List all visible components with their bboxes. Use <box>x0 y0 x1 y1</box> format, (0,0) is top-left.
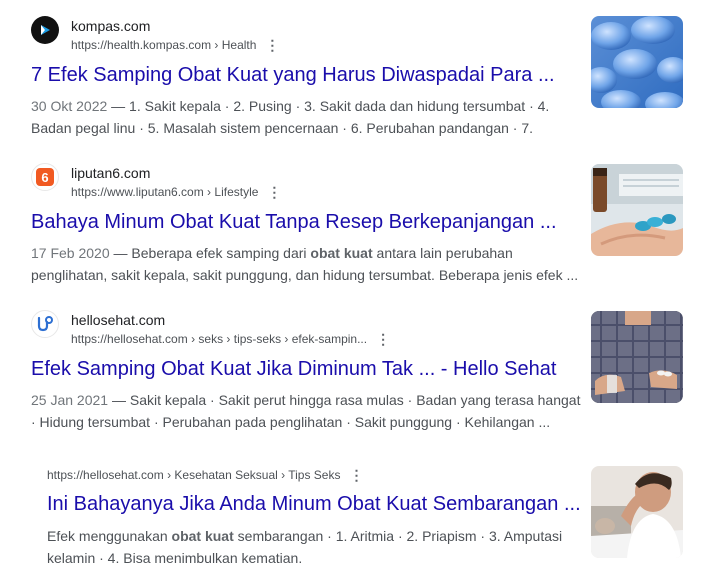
result-thumbnail-man-pills[interactable] <box>591 311 683 403</box>
result-snippet: 25 Jan 2021 — Sakit kepala · Sakit perut… <box>31 389 583 433</box>
search-result: kompas.com https://health.kompas.com › H… <box>31 16 583 139</box>
pill-in-hand-image <box>591 164 683 256</box>
site-url: https://www.liputan6.com › Lifestyle ⋮ <box>71 183 282 201</box>
svg-text:6: 6 <box>41 170 48 185</box>
url-text: https://hellosehat.com › seks › tips-sek… <box>71 332 368 346</box>
site-name: kompas.com <box>71 18 151 34</box>
result-thumbnail-worried-man[interactable] <box>591 466 683 558</box>
man-with-pills-image <box>591 311 683 403</box>
result-date: 17 Feb 2020 <box>31 245 110 261</box>
url-text: https://hellosehat.com › Kesehatan Seksu… <box>47 468 341 482</box>
result-source[interactable]: 6 liputan6.com https://www.liputan6.com … <box>31 163 583 205</box>
result-title-link[interactable]: Bahaya Minum Obat Kuat Tanpa Resep Berke… <box>31 209 583 235</box>
result-date: 30 Okt 2022 <box>31 98 108 114</box>
result-source[interactable]: kompas.com https://health.kompas.com › H… <box>31 16 583 58</box>
result-title-link[interactable]: Ini Bahayanya Jika Anda Minum Obat Kuat … <box>47 491 583 517</box>
liputan6-logo: 6 <box>36 168 54 186</box>
site-url: https://health.kompas.com › Health ⋮ <box>71 36 280 54</box>
snippet-highlight: obat kuat <box>171 528 234 544</box>
search-result: hellosehat.com https://hellosehat.com › … <box>31 310 583 433</box>
result-date: 25 Jan 2021 <box>31 392 109 408</box>
result-thumbnail-pills[interactable] <box>591 16 683 108</box>
url-text: https://health.kompas.com › Health <box>71 38 257 52</box>
snippet-text: — 1. Sakit kepala · 2. Pusing · 3. Sakit… <box>31 98 550 136</box>
search-result: 6 liputan6.com https://www.liputan6.com … <box>31 163 583 286</box>
url-text: https://www.liputan6.com › Lifestyle <box>71 185 259 199</box>
more-options-icon[interactable]: ⋮ <box>348 466 364 484</box>
site-url: https://hellosehat.com › seks › tips-sek… <box>71 330 391 348</box>
kompas-logo <box>41 25 50 35</box>
snippet-text: — Sakit kepala · Sakit perut hingga rasa… <box>31 392 581 430</box>
result-source[interactable]: https://hellosehat.com › Kesehatan Seksu… <box>47 466 583 484</box>
kompas-icon <box>31 16 59 44</box>
site-name: hellosehat.com <box>71 312 166 328</box>
blue-pills-image <box>591 16 683 108</box>
result-source[interactable]: hellosehat.com https://hellosehat.com › … <box>31 310 583 352</box>
result-title-link[interactable]: 7 Efek Samping Obat Kuat yang Harus Diwa… <box>31 62 583 88</box>
snippet-highlight: obat kuat <box>310 245 373 261</box>
worried-man-image <box>591 466 683 558</box>
result-title-link[interactable]: Efek Samping Obat Kuat Jika Diminum Tak … <box>31 356 583 382</box>
result-snippet: 17 Feb 2020 — Beberapa efek samping dari… <box>31 242 583 286</box>
snippet-text: Efek menggunakan <box>47 528 172 544</box>
more-options-icon[interactable]: ⋮ <box>266 183 282 201</box>
more-options-icon[interactable]: ⋮ <box>264 36 280 54</box>
hellosehat-logo <box>37 316 53 332</box>
search-result: https://hellosehat.com › Kesehatan Seksu… <box>47 466 583 569</box>
result-snippet: 30 Okt 2022 — 1. Sakit kepala · 2. Pusin… <box>31 95 583 139</box>
liputan6-icon: 6 <box>31 163 59 191</box>
result-thumbnail-pill-hand[interactable] <box>591 164 683 256</box>
snippet-text: — Beberapa efek samping dari <box>109 245 311 261</box>
result-snippet: Efek menggunakan obat kuat sembarangan ·… <box>47 525 583 569</box>
more-options-icon[interactable]: ⋮ <box>375 330 391 348</box>
hellosehat-icon <box>31 310 59 338</box>
site-name: liputan6.com <box>71 165 151 181</box>
